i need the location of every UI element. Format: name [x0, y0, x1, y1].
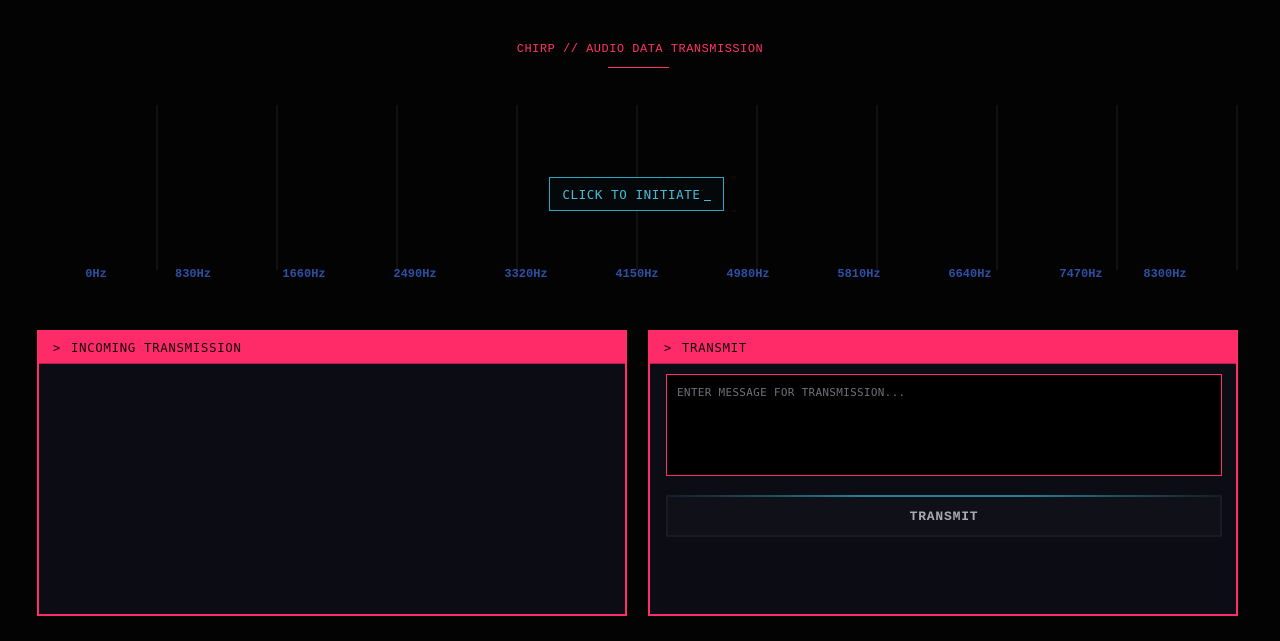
frequency-label: 2490Hz: [393, 267, 437, 281]
spectrum-grid-line: [876, 105, 878, 270]
frequency-label: 0Hz: [85, 267, 107, 281]
spectrum-grid-line: [756, 105, 758, 270]
chevron-right-icon: >: [664, 340, 672, 355]
spectrum-grid-line: [516, 105, 518, 270]
frequency-label: 5810Hz: [837, 267, 881, 281]
transmit-panel-header: > TRANSMIT: [650, 332, 1236, 364]
message-input[interactable]: [666, 374, 1222, 476]
transmit-panel-title: TRANSMIT: [681, 340, 747, 355]
frequency-label: 4150Hz: [615, 267, 659, 281]
chevron-right-icon: >: [53, 340, 61, 355]
incoming-panel-header: > INCOMING TRANSMISSION: [39, 332, 625, 364]
frequency-label: 4980Hz: [726, 267, 770, 281]
initiate-button[interactable]: CLICK TO INITIATE: [549, 177, 724, 211]
spectrum-grid-line: [396, 105, 398, 270]
spectrum-grid-line: [996, 105, 998, 270]
transmit-button-label: TRANSMIT: [909, 508, 979, 524]
frequency-label: 3320Hz: [504, 267, 548, 281]
spectrum-grid-line: [276, 105, 278, 270]
frequency-label: 8300Hz: [1143, 267, 1187, 281]
frequency-label: 7470Hz: [1059, 267, 1103, 281]
page-title: CHIRP // AUDIO DATA TRANSMISSION: [516, 42, 764, 56]
title-underline: [608, 67, 669, 68]
initiate-button-label: CLICK TO INITIATE: [562, 186, 701, 202]
incoming-panel-title: INCOMING TRANSMISSION: [70, 340, 242, 355]
text-cursor-icon: [703, 199, 711, 201]
transmit-panel: > TRANSMIT TRANSMIT: [648, 330, 1238, 616]
frequency-label: 1660Hz: [282, 267, 326, 281]
transmit-button[interactable]: TRANSMIT: [666, 495, 1222, 537]
incoming-log-area[interactable]: [39, 365, 625, 614]
spectrum-grid-line: [1236, 105, 1238, 270]
incoming-transmission-panel: > INCOMING TRANSMISSION: [37, 330, 627, 616]
transmit-button-glow: [668, 495, 1220, 497]
frequency-label: 6640Hz: [948, 267, 992, 281]
spectrum-grid-line: [1116, 105, 1118, 270]
spectrum-grid-line: [156, 105, 158, 270]
frequency-label: 830Hz: [174, 267, 212, 281]
